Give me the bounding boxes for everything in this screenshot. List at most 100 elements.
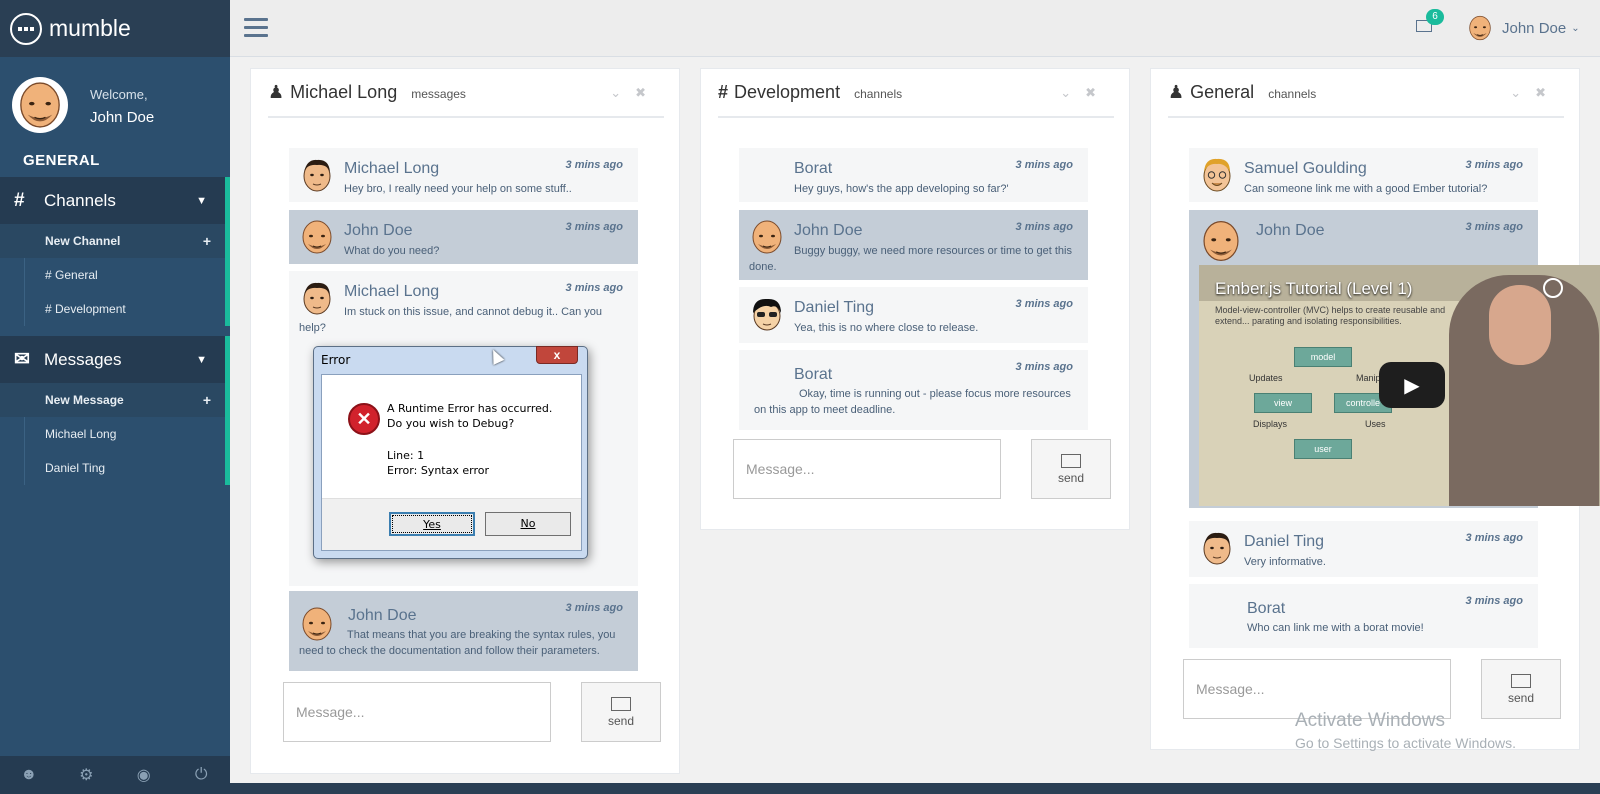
- brand[interactable]: mumble: [0, 0, 230, 57]
- message-time: 3 mins ago: [1015, 298, 1073, 310]
- mail-count-badge: 6: [1426, 9, 1444, 25]
- sidebar-item-new-message[interactable]: New Message +: [0, 383, 225, 417]
- panel-subtitle: channels: [1268, 87, 1317, 101]
- plus-icon[interactable]: +: [203, 233, 211, 249]
- embedded-video[interactable]: Model-view-controller (MVC) helps to cre…: [1199, 265, 1600, 506]
- collapse-icon[interactable]: ⌄: [610, 85, 621, 101]
- diagram-user: user: [1294, 439, 1352, 459]
- panel-tools: ⌄ ✖: [1060, 85, 1096, 101]
- sidebar-item-label: # General: [45, 268, 98, 282]
- avatar[interactable]: [12, 77, 68, 133]
- sidebar-item-label: Michael Long: [45, 427, 117, 441]
- message-author[interactable]: Michael Long: [344, 283, 439, 301]
- message-time: 3 mins ago: [565, 159, 623, 171]
- panel-header: ♟ Michael Long messages ⌄ ✖: [268, 69, 664, 118]
- message-item: Borat 3 mins ago Hey guys, how's the app…: [739, 148, 1088, 202]
- yes-button[interactable]: Yes: [389, 512, 475, 536]
- message-input[interactable]: Message...: [733, 439, 1001, 499]
- channels-menu-toggle[interactable]: # Channels ▼: [0, 177, 230, 224]
- close-icon[interactable]: x: [536, 346, 578, 364]
- user-icon[interactable]: ☻: [0, 756, 58, 794]
- message-text: Yea, this is no where close to release.: [794, 322, 979, 334]
- message-item: Michael Long 3 mins ago Hey bro, I reall…: [289, 148, 638, 202]
- watch-later-icon[interactable]: [1543, 278, 1563, 298]
- message-text: Buggy buggy, we need more resources or t…: [749, 245, 1072, 273]
- message-author[interactable]: Michael Long: [344, 160, 439, 178]
- message-text: Very informative.: [1244, 556, 1326, 568]
- message-text: That means that you are breaking the syn…: [299, 629, 616, 657]
- message-item: Borat 3 mins ago Okay, time is running o…: [739, 350, 1088, 430]
- chat-panel-development: # Development channels ⌄ ✖ Borat 3 mins …: [700, 68, 1130, 530]
- message-item: John Doe 3 mins ago Buggy buggy, we need…: [739, 210, 1088, 280]
- user-menu-name: John Doe: [1502, 19, 1567, 37]
- message-author[interactable]: John Doe: [348, 607, 417, 625]
- presenter-image: [1449, 275, 1599, 506]
- brand-name: mumble: [49, 15, 131, 41]
- chevron-down-icon: ▼: [196, 353, 207, 366]
- close-icon[interactable]: ✖: [1085, 85, 1096, 101]
- messages-menu-toggle[interactable]: ✉ Messages ▼: [0, 336, 230, 383]
- gear-icon[interactable]: ⚙: [58, 756, 116, 794]
- message-item: John Doe 3 mins ago That means that you …: [289, 591, 638, 671]
- sidebar-item-daniel-ting[interactable]: Daniel Ting: [0, 451, 225, 485]
- collapse-icon[interactable]: ⌄: [1510, 85, 1521, 101]
- video-title[interactable]: Ember.js Tutorial (Level 1): [1215, 279, 1412, 299]
- message-item: Daniel Ting 3 mins ago Very informative.: [1189, 521, 1538, 577]
- power-icon[interactable]: ⏻: [173, 756, 231, 794]
- sidebar-item-general[interactable]: # General: [0, 258, 225, 292]
- collapse-icon[interactable]: ⌄: [1060, 85, 1071, 101]
- dialog-detail-line: Line: 1: [387, 449, 425, 462]
- message-time: 3 mins ago: [1465, 221, 1523, 233]
- message-input[interactable]: Message...: [283, 682, 551, 742]
- channels-label: Channels: [44, 190, 116, 210]
- message-author[interactable]: Borat: [794, 160, 832, 178]
- user-menu[interactable]: John Doe ⌄: [1466, 14, 1580, 42]
- eye-slash-icon[interactable]: ◉: [115, 756, 173, 794]
- message-author[interactable]: Daniel Ting: [1244, 533, 1324, 551]
- sidebar-item-michael-long[interactable]: Michael Long: [0, 417, 225, 451]
- message-author[interactable]: Daniel Ting: [794, 299, 874, 317]
- channels-menu: # Channels ▼ New Channel + # General # D…: [0, 177, 230, 326]
- send-label: send: [607, 713, 635, 728]
- diagram-label: Displays: [1253, 419, 1288, 429]
- message-author[interactable]: John Doe: [794, 222, 863, 240]
- send-button[interactable]: send: [1031, 439, 1111, 499]
- envelope-icon: [1511, 673, 1531, 688]
- messages-label: Messages: [44, 349, 122, 369]
- message-author[interactable]: John Doe: [344, 222, 413, 240]
- message-time: 3 mins ago: [1465, 159, 1523, 171]
- diagram-model: model: [1294, 347, 1352, 367]
- diagram-view: view: [1254, 393, 1312, 413]
- hash-icon: #: [718, 82, 729, 102]
- message-item: Samuel Goulding 3 mins ago Can someone l…: [1189, 148, 1538, 202]
- message-author[interactable]: Borat: [794, 366, 832, 384]
- dialog-message: A Runtime Error has occurred. Do you wis…: [387, 401, 552, 431]
- message-text: Hey guys, how's the app developing so fa…: [794, 183, 1009, 195]
- message-author[interactable]: Samuel Goulding: [1244, 160, 1367, 178]
- sidebar-item-new-channel[interactable]: New Channel +: [0, 224, 225, 258]
- sidebar-item-label: New Channel: [45, 234, 121, 248]
- send-button[interactable]: send: [581, 682, 661, 742]
- profile-name: John Doe: [90, 109, 155, 126]
- plus-icon[interactable]: +: [203, 392, 211, 408]
- menu-toggle-icon[interactable]: [244, 18, 268, 42]
- section-title: GENERAL: [23, 152, 100, 169]
- close-icon[interactable]: ✖: [635, 85, 646, 101]
- message-text: Im stuck on this issue, and cannot debug…: [299, 306, 603, 334]
- no-button[interactable]: No: [485, 512, 571, 536]
- message-author[interactable]: John Doe: [1256, 222, 1325, 240]
- error-icon: ✕: [348, 403, 380, 435]
- close-icon[interactable]: ✖: [1535, 85, 1546, 101]
- dialog-footer: Yes No: [322, 498, 581, 550]
- messages-menu: ✉ Messages ▼ New Message + Michael Long …: [0, 336, 230, 485]
- message-text: Okay, time is running out - please focus…: [754, 388, 1071, 416]
- chevron-down-icon: ▼: [196, 194, 207, 207]
- message-author[interactable]: Borat: [1247, 600, 1285, 618]
- sidebar-item-development[interactable]: # Development: [0, 292, 225, 326]
- play-icon[interactable]: ▶: [1379, 362, 1445, 408]
- user-icon: ♟: [268, 82, 285, 102]
- send-label: send: [1507, 690, 1535, 705]
- panel-title: Development: [734, 82, 841, 102]
- message-time: 3 mins ago: [1465, 532, 1523, 544]
- message-text: Can someone link me with a good Ember tu…: [1244, 183, 1488, 195]
